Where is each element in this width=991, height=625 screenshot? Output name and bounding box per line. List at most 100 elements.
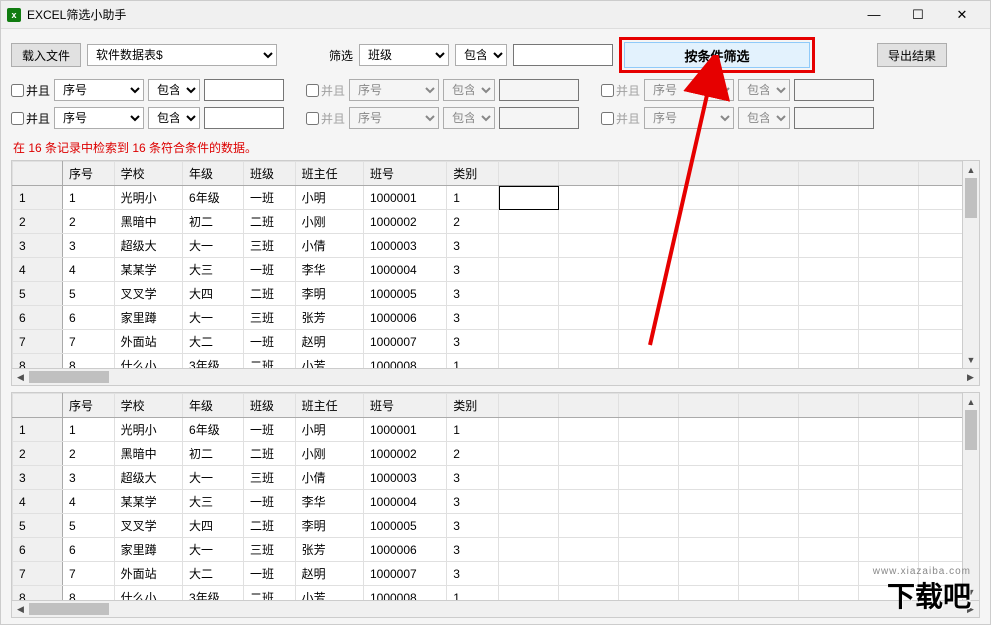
- cell-empty[interactable]: [619, 490, 679, 514]
- scroll-thumb[interactable]: [965, 410, 977, 450]
- cell-empty[interactable]: [679, 466, 739, 490]
- cell-empty[interactable]: [859, 306, 919, 330]
- cell[interactable]: 1000002: [363, 210, 446, 234]
- cell[interactable]: 大三: [183, 490, 244, 514]
- row-number[interactable]: 4: [13, 258, 63, 282]
- cell[interactable]: 1: [63, 186, 115, 210]
- cell[interactable]: 某某学: [114, 258, 182, 282]
- cell[interactable]: 2: [63, 210, 115, 234]
- cell[interactable]: 小明: [295, 186, 363, 210]
- cell[interactable]: 3: [447, 490, 499, 514]
- source-table[interactable]: 序号学校年级班级班主任班号类别 11光明小6年级一班小明1000001122黑暗…: [12, 393, 979, 610]
- cell[interactable]: 一班: [243, 330, 295, 354]
- column-header-empty[interactable]: [859, 162, 919, 186]
- cell-empty[interactable]: [739, 210, 799, 234]
- column-header-empty[interactable]: [739, 162, 799, 186]
- cell-empty[interactable]: [739, 330, 799, 354]
- cell[interactable]: 1: [447, 186, 499, 210]
- cell[interactable]: 黑暗中: [114, 442, 182, 466]
- and-checkbox-6[interactable]: 并且: [601, 110, 640, 127]
- cell-empty[interactable]: [799, 466, 859, 490]
- table-row[interactable]: 44某某学大三一班李华10000043: [13, 490, 979, 514]
- cell-empty[interactable]: [679, 186, 739, 210]
- scroll-up-icon[interactable]: ▲: [963, 161, 979, 178]
- cell-empty[interactable]: [799, 490, 859, 514]
- corner-cell[interactable]: [13, 162, 63, 186]
- cell[interactable]: 大二: [183, 330, 244, 354]
- column-header[interactable]: 类别: [447, 394, 499, 418]
- row-number[interactable]: 1: [13, 186, 63, 210]
- cell[interactable]: 1000005: [363, 514, 446, 538]
- cell-empty[interactable]: [739, 306, 799, 330]
- cell-empty[interactable]: [499, 490, 559, 514]
- cell[interactable]: 小刚: [295, 442, 363, 466]
- cell-empty[interactable]: [559, 466, 619, 490]
- scroll-left-icon[interactable]: ◀: [12, 601, 29, 617]
- cell-empty[interactable]: [559, 514, 619, 538]
- cell[interactable]: 1000003: [363, 466, 446, 490]
- cell[interactable]: 张芳: [295, 306, 363, 330]
- cell[interactable]: 二班: [243, 514, 295, 538]
- cell[interactable]: 5: [63, 282, 115, 306]
- cell[interactable]: 李明: [295, 514, 363, 538]
- column-header-empty[interactable]: [679, 394, 739, 418]
- cell[interactable]: 家里蹲: [114, 306, 182, 330]
- cell[interactable]: 李华: [295, 490, 363, 514]
- cell-empty[interactable]: [679, 306, 739, 330]
- cell[interactable]: 7: [63, 562, 115, 586]
- cell-empty[interactable]: [739, 490, 799, 514]
- cell-empty[interactable]: [799, 234, 859, 258]
- cell-empty[interactable]: [619, 562, 679, 586]
- cell[interactable]: 6年级: [183, 418, 244, 442]
- field-select-2[interactable]: 序号: [349, 79, 439, 101]
- vertical-scrollbar[interactable]: ▲ ▼: [962, 161, 979, 368]
- cell-empty[interactable]: [499, 258, 559, 282]
- cell-empty[interactable]: [679, 282, 739, 306]
- cell[interactable]: 一班: [243, 186, 295, 210]
- table-row[interactable]: 77外面站大二一班赵明10000073: [13, 330, 979, 354]
- cell-empty[interactable]: [619, 418, 679, 442]
- cell-empty[interactable]: [859, 514, 919, 538]
- table-row[interactable]: 11光明小6年级一班小明10000011: [13, 186, 979, 210]
- cell-empty[interactable]: [799, 562, 859, 586]
- cell[interactable]: 光明小: [114, 418, 182, 442]
- value-input-3[interactable]: [794, 79, 874, 101]
- cell[interactable]: 赵明: [295, 562, 363, 586]
- cell[interactable]: 李明: [295, 282, 363, 306]
- cell-empty[interactable]: [559, 538, 619, 562]
- cell[interactable]: 三班: [243, 538, 295, 562]
- export-button[interactable]: 导出结果: [877, 43, 947, 67]
- column-header[interactable]: 班主任: [295, 394, 363, 418]
- cell[interactable]: 6年级: [183, 186, 244, 210]
- row-number[interactable]: 2: [13, 442, 63, 466]
- cell[interactable]: 大一: [183, 538, 244, 562]
- cell[interactable]: 1000002: [363, 442, 446, 466]
- and-checkbox-4[interactable]: 并且: [11, 110, 50, 127]
- cell-empty[interactable]: [739, 538, 799, 562]
- table-row[interactable]: 55叉叉学大四二班李明10000053: [13, 282, 979, 306]
- table-row[interactable]: 77外面站大二一班赵明10000073: [13, 562, 979, 586]
- cell[interactable]: 大二: [183, 562, 244, 586]
- cell-empty[interactable]: [499, 330, 559, 354]
- scroll-right-icon[interactable]: ▶: [962, 369, 979, 385]
- cell[interactable]: 二班: [243, 282, 295, 306]
- cell[interactable]: 叉叉学: [114, 282, 182, 306]
- cell[interactable]: 三班: [243, 306, 295, 330]
- cell-empty[interactable]: [619, 186, 679, 210]
- scroll-left-icon[interactable]: ◀: [12, 369, 29, 385]
- cell[interactable]: 大一: [183, 234, 244, 258]
- op-select-6[interactable]: 包含: [738, 107, 790, 129]
- cell-empty[interactable]: [739, 562, 799, 586]
- cell[interactable]: 3: [447, 306, 499, 330]
- column-header[interactable]: 班号: [363, 162, 446, 186]
- corner-cell[interactable]: [13, 394, 63, 418]
- row-number[interactable]: 1: [13, 418, 63, 442]
- cell[interactable]: 3: [447, 258, 499, 282]
- column-header-empty[interactable]: [799, 162, 859, 186]
- value-input-6[interactable]: [794, 107, 874, 129]
- cell-empty[interactable]: [739, 186, 799, 210]
- cell-empty[interactable]: [619, 466, 679, 490]
- cell[interactable]: 二班: [243, 210, 295, 234]
- cell-empty[interactable]: [499, 562, 559, 586]
- cell-empty[interactable]: [499, 234, 559, 258]
